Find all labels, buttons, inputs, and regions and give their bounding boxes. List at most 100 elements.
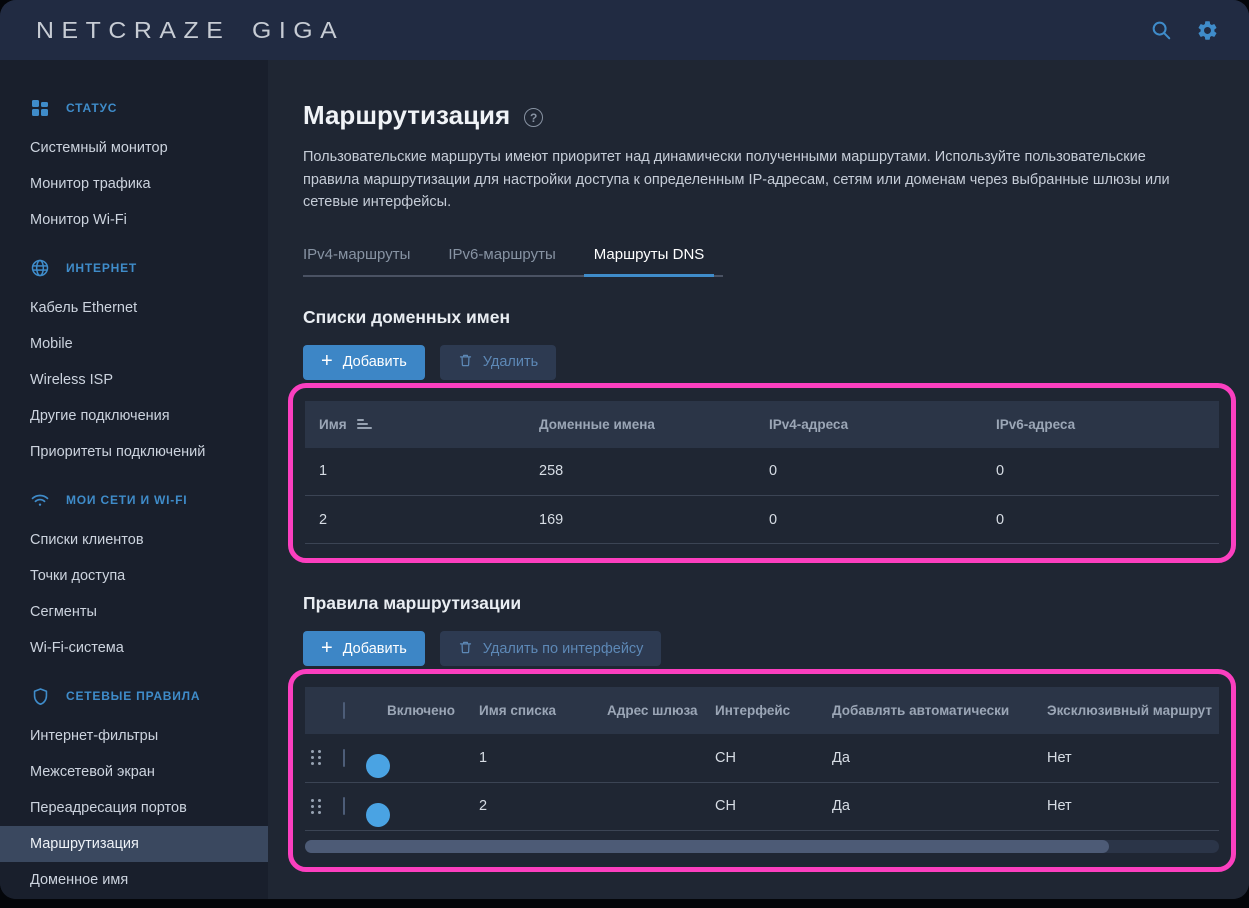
row-checkbox[interactable]	[343, 749, 345, 767]
sidebar-group-my-networks: МОИ СЕТИ И WI-FI	[0, 478, 268, 522]
gear-icon[interactable]	[1195, 18, 1219, 42]
drag-handle-icon[interactable]	[311, 750, 337, 765]
cell-ipv4: 0	[755, 448, 982, 496]
sidebar-item-client-lists[interactable]: Списки клиентов	[0, 522, 268, 558]
sidebar-item-internet-filters[interactable]: Интернет-фильтры	[0, 718, 268, 754]
table-header-row: Включено Имя списка Адрес шлюза Интерфей…	[305, 687, 1219, 734]
cell-interface: CH	[701, 734, 818, 782]
sidebar-group-status: СТАТУС	[0, 86, 268, 130]
shield-icon	[30, 686, 50, 706]
cell-domain-names: 258	[525, 448, 755, 496]
page-description: Пользовательские маршруты имеют приорите…	[303, 146, 1183, 214]
add-button-label: Добавить	[343, 641, 407, 657]
cell-list-name: 2	[465, 782, 593, 830]
sidebar-item-other-connections[interactable]: Другие подключения	[0, 398, 268, 434]
sidebar-item-system-monitor[interactable]: Системный монитор	[0, 130, 268, 166]
globe-icon	[30, 258, 50, 278]
cell-name: 1	[305, 448, 525, 496]
sidebar-item-wifi-monitor[interactable]: Монитор Wi-Fi	[0, 202, 268, 238]
table-row[interactable]: 1 CH Да Нет	[305, 734, 1219, 782]
sidebar-item-access-points[interactable]: Точки доступа	[0, 558, 268, 594]
sidebar-group-internet: ИНТЕРНЕТ	[0, 246, 268, 290]
sidebar-item-wireless-isp[interactable]: Wireless ISP	[0, 362, 268, 398]
delete-button-label: Удалить по интерфейсу	[483, 641, 644, 657]
column-header-interface: Интерфейс	[701, 687, 818, 734]
brand-logo: NETCRAZE GIGA	[36, 17, 344, 44]
cell-gateway	[593, 782, 701, 830]
scrollbar-thumb[interactable]	[305, 840, 1109, 853]
top-header-bar: NETCRAZE GIGA	[0, 0, 1249, 60]
sidebar-group-label: СЕТЕВЫЕ ПРАВИЛА	[66, 689, 200, 703]
horizontal-scrollbar[interactable]	[305, 840, 1219, 853]
row-checkbox[interactable]	[343, 797, 345, 815]
add-routing-rule-button[interactable]: + Добавить	[303, 631, 425, 666]
routing-rules-table: Включено Имя списка Адрес шлюза Интерфей…	[305, 687, 1219, 831]
sidebar-item-wifi-system[interactable]: Wi-Fi-система	[0, 630, 268, 666]
sidebar-item-mobile[interactable]: Mobile	[0, 326, 268, 362]
column-header-ipv4-addresses: IPv4-адреса	[755, 401, 982, 448]
column-header-exclusive-route: Эксклюзивный маршрут	[1033, 687, 1219, 734]
column-header-select-all	[337, 687, 373, 734]
tab-dns-routes[interactable]: Маршруты DNS	[594, 246, 705, 275]
sidebar-item-port-forwarding[interactable]: Переадресация портов	[0, 790, 268, 826]
sort-icon[interactable]	[357, 419, 372, 429]
app-window: NETCRAZE GIGA СТАТУС	[0, 0, 1249, 899]
main-content: Маршрутизация ? Пользовательские маршрут…	[268, 60, 1249, 899]
tab-ipv4-routes[interactable]: IPv4-маршруты	[303, 246, 410, 275]
table-header-row: Имя Доменные имена IPv4-адреса IPv6-адре…	[305, 401, 1219, 448]
sidebar-item-wifi-access-control[interactable]: Контроль доступа Wi-Fi	[0, 898, 268, 899]
column-header-domain-names: Доменные имена	[525, 401, 755, 448]
drag-handle-icon[interactable]	[311, 799, 337, 814]
cell-list-name: 1	[465, 734, 593, 782]
plus-icon: +	[321, 638, 333, 658]
sidebar-item-connection-priorities[interactable]: Приоритеты подключений	[0, 434, 268, 470]
dashboard-icon	[30, 98, 50, 118]
cell-auto-add: Да	[818, 734, 1033, 782]
sidebar-item-routing[interactable]: Маршрутизация	[0, 826, 268, 862]
table-row[interactable]: 1 258 0 0	[305, 448, 1219, 496]
column-header-list-name: Имя списка	[465, 687, 593, 734]
domain-lists-table: Имя Доменные имена IPv4-адреса IPv6-адре…	[305, 401, 1219, 545]
column-header-enabled: Включено	[373, 687, 465, 734]
cell-ipv4: 0	[755, 496, 982, 544]
wifi-icon	[30, 490, 50, 510]
cell-auto-add: Да	[818, 782, 1033, 830]
sidebar-item-domain-name[interactable]: Доменное имя	[0, 862, 268, 898]
column-header-drag	[305, 687, 337, 734]
sidebar-group-label: ИНТЕРНЕТ	[66, 261, 137, 275]
sidebar-group-label: МОИ СЕТИ И WI-FI	[66, 493, 187, 507]
sidebar-item-firewall[interactable]: Межсетевой экран	[0, 754, 268, 790]
sidebar-item-segments[interactable]: Сегменты	[0, 594, 268, 630]
search-icon[interactable]	[1149, 18, 1173, 42]
sidebar-item-traffic-monitor[interactable]: Монитор трафика	[0, 166, 268, 202]
cell-exclusive: Нет	[1033, 782, 1219, 830]
delete-domain-list-button[interactable]: Удалить	[440, 345, 556, 380]
trash-icon	[458, 639, 473, 659]
route-tabs: IPv4-маршруты IPv6-маршруты Маршруты DNS	[303, 246, 723, 277]
page-title: Маршрутизация	[303, 100, 510, 131]
tab-ipv6-routes[interactable]: IPv6-маршруты	[448, 246, 555, 275]
brand-logo-name: NETCRAZE	[36, 17, 230, 44]
delete-by-interface-button[interactable]: Удалить по интерфейсу	[440, 631, 662, 666]
sidebar-item-ethernet-cable[interactable]: Кабель Ethernet	[0, 290, 268, 326]
help-icon[interactable]: ?	[524, 108, 543, 127]
cell-ipv6: 0	[982, 448, 1219, 496]
trash-icon	[458, 352, 473, 372]
cell-exclusive: Нет	[1033, 734, 1219, 782]
sidebar-group-label: СТАТУС	[66, 101, 117, 115]
routing-rules-highlight-panel: Включено Имя списка Адрес шлюза Интерфей…	[288, 669, 1236, 872]
cell-ipv6: 0	[982, 496, 1219, 544]
domain-lists-heading: Списки доменных имен	[303, 307, 1249, 328]
table-row[interactable]: 2 169 0 0	[305, 496, 1219, 544]
routing-rules-heading: Правила маршрутизации	[303, 593, 1249, 614]
domain-lists-highlight-panel: Имя Доменные имена IPv4-адреса IPv6-адре…	[288, 383, 1236, 564]
table-row[interactable]: 2 CH Да Нет	[305, 782, 1219, 830]
select-all-checkbox[interactable]	[343, 702, 345, 719]
brand-logo-model: GIGA	[252, 17, 344, 44]
sidebar-group-network-rules: СЕТЕВЫЕ ПРАВИЛА	[0, 674, 268, 718]
plus-icon: +	[321, 351, 333, 371]
add-domain-list-button[interactable]: + Добавить	[303, 345, 425, 380]
delete-button-label: Удалить	[483, 354, 538, 370]
cell-gateway	[593, 734, 701, 782]
cell-interface: CH	[701, 782, 818, 830]
